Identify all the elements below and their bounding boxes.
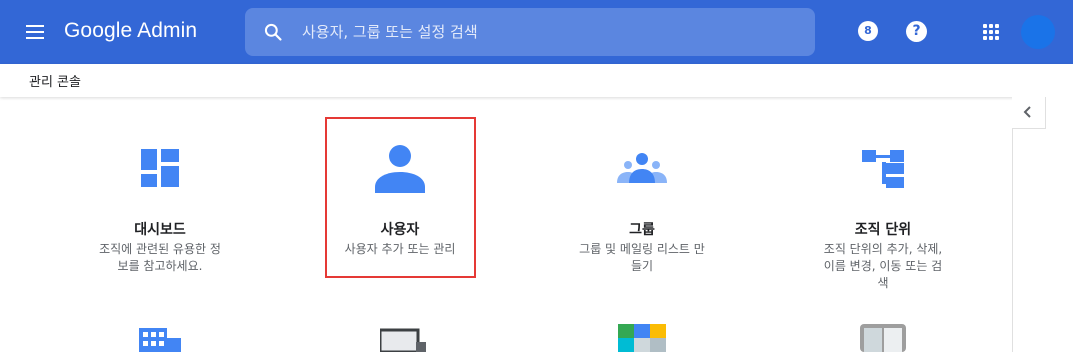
card-groups[interactable]: 그룹 그룹 및 메일링 리스트 만들기 — [567, 117, 717, 287]
collapse-panel-button[interactable] — [1012, 97, 1046, 129]
card-title: 그룹 — [629, 222, 655, 238]
side-panel — [1012, 97, 1073, 352]
card-title: 조직 단위 — [854, 222, 912, 238]
card-title: 대시보드 — [134, 222, 186, 238]
building-icon — [139, 328, 181, 352]
breadcrumb-bar: 관리 콘솔 — [0, 64, 1073, 97]
card-description: 그룹 및 메일링 리스트 만들기 — [579, 242, 705, 273]
card-dashboard[interactable]: 대시보드 조직에 관련된 유용한 정보를 참고하세요. — [85, 117, 235, 287]
app-brand[interactable]: Google Admin — [64, 19, 197, 43]
device-icon — [380, 328, 426, 352]
apps-tile-icon — [618, 324, 666, 352]
app-header: Google Admin 8 ? — [0, 0, 1073, 64]
user-icon — [375, 145, 425, 193]
apps-icon[interactable] — [983, 24, 999, 40]
chevron-left-icon — [1023, 106, 1031, 118]
card-org-units[interactable]: 조직 단위 조직 단위의 추가, 삭제, 이름 변경, 이동 또는 검색 — [808, 117, 958, 297]
group-icon — [617, 153, 667, 183]
notifications-icon[interactable]: 8 — [858, 21, 878, 41]
card-description: 조직에 관련된 유용한 정보를 참고하세요. — [99, 242, 221, 273]
help-icon[interactable]: ? — [906, 21, 927, 42]
avatar[interactable] — [1021, 15, 1055, 49]
org-unit-icon — [862, 150, 904, 188]
search-icon[interactable] — [263, 22, 283, 42]
search-input[interactable] — [302, 19, 782, 45]
card-users[interactable]: 사용자 사용자 추가 또는 관리 — [325, 117, 475, 278]
card-description: 사용자 추가 또는 관리 — [344, 242, 456, 256]
security-icon — [860, 324, 906, 352]
search-bar[interactable] — [245, 8, 815, 56]
menu-icon[interactable] — [22, 20, 48, 44]
breadcrumb[interactable]: 관리 콘솔 — [29, 71, 81, 90]
dashboard-icon — [141, 149, 179, 187]
card-description: 조직 단위의 추가, 삭제, 이름 변경, 이동 또는 검색 — [823, 242, 943, 290]
card-title: 사용자 — [380, 222, 420, 238]
